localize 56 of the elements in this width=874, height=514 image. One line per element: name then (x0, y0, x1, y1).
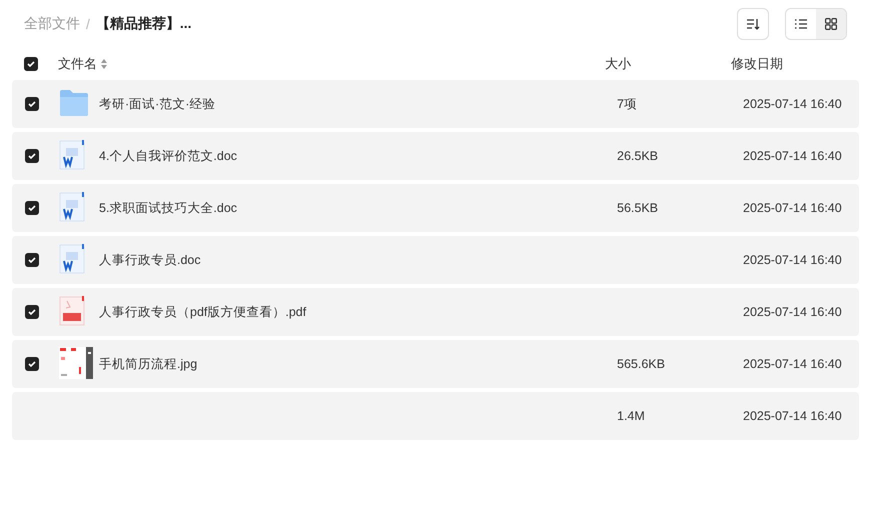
breadcrumb-separator: / (86, 16, 90, 32)
checkmark-icon (28, 152, 36, 160)
file-row[interactable]: 人事行政专员（pdf版方便查看）.pdf 2025-07-14 16:40 (12, 288, 859, 336)
list-icon (795, 19, 807, 29)
folder-icon (59, 88, 89, 116)
file-row[interactable]: 人事行政专员.doc 2025-07-14 16:40 (12, 236, 859, 284)
modified-date: 2025-07-14 16:40 (743, 253, 843, 267)
modified-date: 2025-07-14 16:40 (743, 149, 843, 163)
checkmark-icon (28, 100, 36, 108)
checkbox[interactable] (25, 149, 39, 163)
modified-date: 2025-07-14 16:40 (743, 409, 843, 423)
pdf-document-icon (59, 296, 85, 326)
checkmark-icon (28, 308, 36, 316)
checkmark-icon (27, 60, 35, 68)
breadcrumb-item[interactable]: 【精品推荐】... (96, 15, 192, 33)
modified-date: 2025-07-14 16:40 (743, 201, 843, 215)
modified-date: 2025-07-14 16:40 (743, 357, 843, 371)
file-name: 手机简历流程.jpg (99, 356, 198, 370)
file-size: 565.6KB (617, 357, 665, 371)
file-size: 26.5KB (617, 149, 658, 163)
checkbox[interactable] (24, 57, 38, 71)
file-name: 4.个人自我评价范文.doc (99, 148, 238, 162)
image-thumbnail-icon (59, 346, 93, 378)
checkbox[interactable] (25, 201, 39, 215)
file-size: 56.5KB (617, 201, 658, 215)
file-size: 7项 (617, 96, 637, 110)
sort-button[interactable] (737, 8, 769, 40)
checkmark-icon (28, 204, 36, 212)
checkbox[interactable] (25, 97, 39, 111)
file-name: 人事行政专员.doc (99, 252, 201, 266)
modified-date: 2025-07-14 16:40 (743, 97, 843, 111)
sort-icon[interactable] (101, 59, 107, 69)
checkmark-icon (28, 360, 36, 368)
file-name: 5.求职面试技巧大全.doc (99, 200, 238, 214)
file-row[interactable]: 5.求职面试技巧大全.doc 56.5KB 2025-07-14 16:40 (12, 184, 859, 232)
sort-icon (746, 18, 760, 30)
file-row[interactable]: 4.个人自我评价范文.doc 26.5KB 2025-07-14 16:40 (12, 132, 859, 180)
checkbox[interactable] (25, 253, 39, 267)
grid-view-button[interactable] (816, 9, 846, 39)
column-header[interactable]: 修改日期 (731, 55, 847, 73)
file-name: 人事行政专员（pdf版方便查看）.pdf (99, 304, 306, 318)
word-document-icon (59, 192, 85, 222)
word-document-icon (59, 140, 85, 170)
file-row[interactable]: 手机简历流程.jpg 565.6KB 2025-07-14 16:40 (12, 340, 859, 388)
column-header[interactable]: 文件名 (58, 55, 97, 73)
file-row[interactable]: 考研·面试·范文·经验 7项 2025-07-14 16:40 (12, 80, 859, 128)
checkbox[interactable] (25, 305, 39, 319)
grid-icon (825, 18, 837, 30)
file-row[interactable]: 1.4M 2025-07-14 16:40 (12, 392, 859, 440)
word-document-icon (59, 244, 85, 274)
file-name: 考研·面试·范文·经验 (99, 96, 216, 110)
modified-date: 2025-07-14 16:40 (743, 305, 843, 319)
checkmark-icon (28, 256, 36, 264)
column-header[interactable]: 大小 (605, 55, 731, 73)
file-size: 1.4M (617, 409, 645, 423)
checkbox[interactable] (25, 357, 39, 371)
